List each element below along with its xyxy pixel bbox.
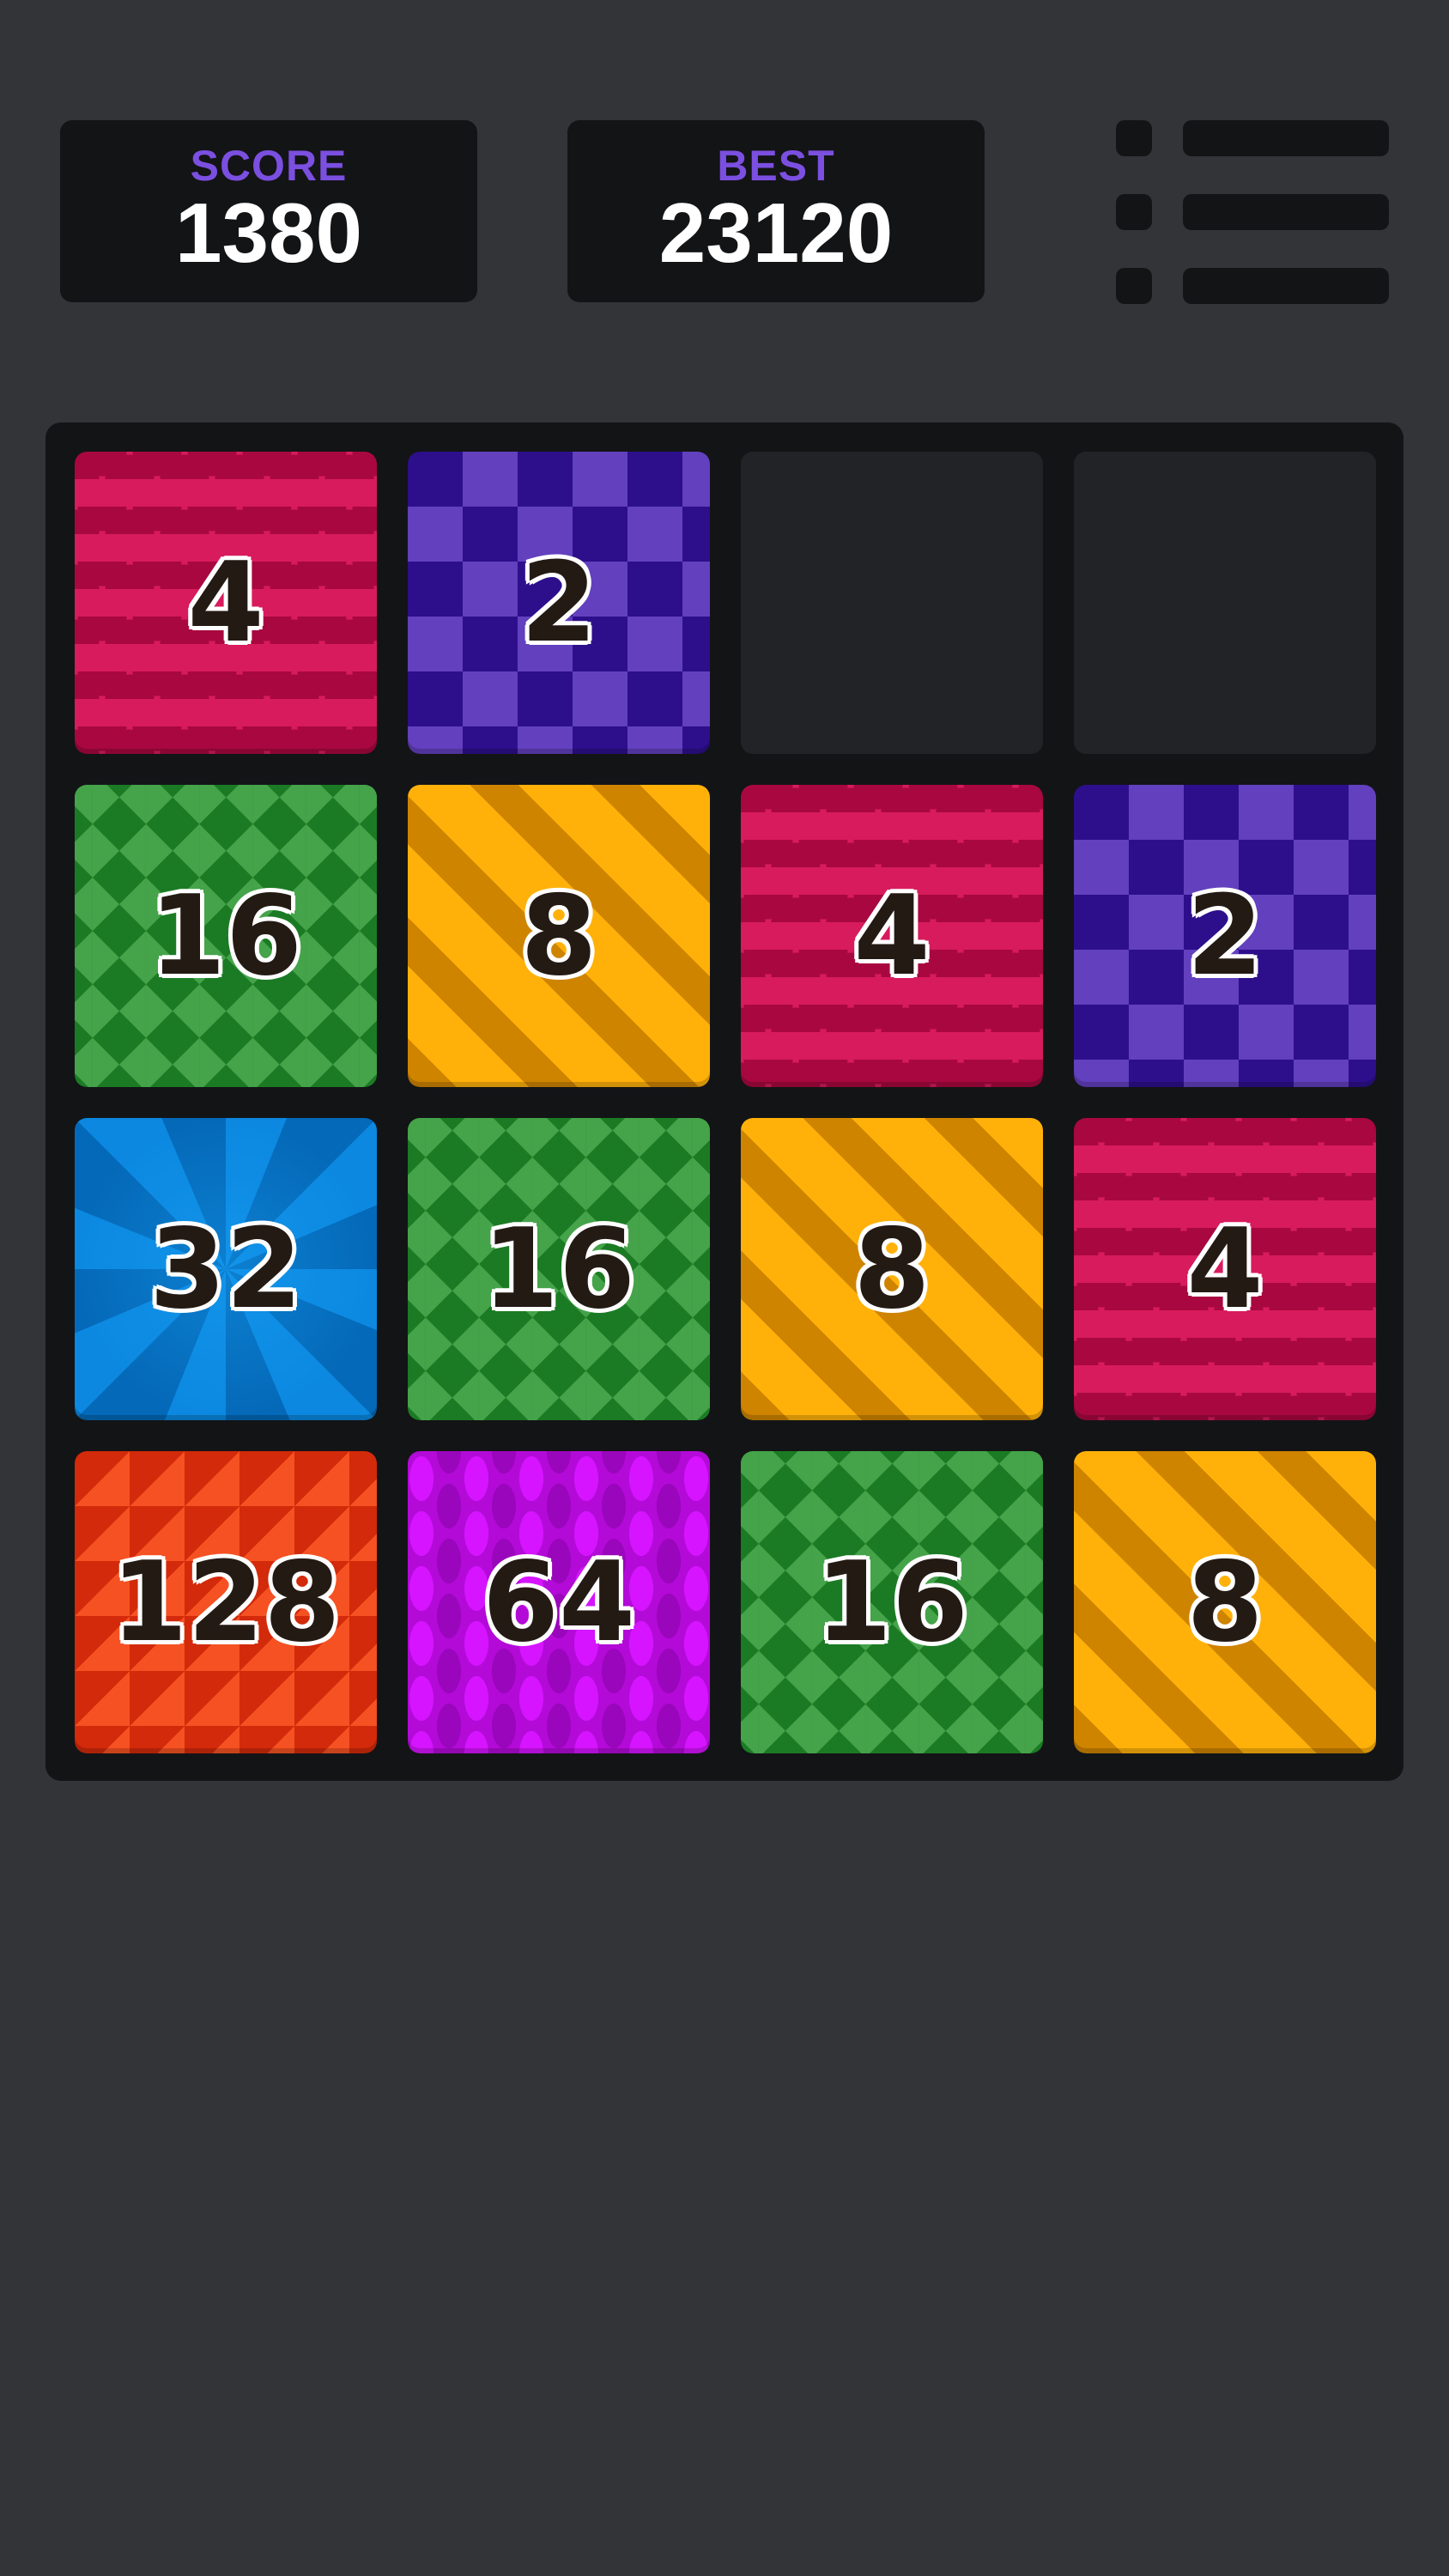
tile-16: 16 — [408, 1118, 710, 1420]
tile-8: 8 — [408, 785, 710, 1087]
tile-32: 32 — [75, 1118, 377, 1420]
board-cell: 8 — [741, 1118, 1043, 1420]
score-box: SCORE 1380 — [60, 120, 477, 302]
tile-2: 2 — [1074, 785, 1376, 1087]
tile-128: 128 — [75, 1451, 377, 1753]
board-cell: 128 — [75, 1451, 377, 1753]
tile-4: 4 — [75, 452, 377, 754]
board-cell: 2 — [408, 452, 710, 754]
menu-button[interactable] — [1114, 120, 1389, 304]
tile-value: 16 — [482, 1205, 636, 1334]
tile-value: 2 — [1186, 872, 1264, 1000]
tile-value: 4 — [187, 538, 264, 667]
tile-2: 2 — [408, 452, 710, 754]
board-cell: 4 — [1074, 1118, 1376, 1420]
tile-4: 4 — [741, 785, 1043, 1087]
score-value: 1380 — [174, 185, 362, 280]
tile-value: 8 — [1186, 1538, 1264, 1667]
best-value: 23120 — [658, 185, 894, 280]
best-score-box: BEST 23120 — [567, 120, 985, 302]
game-board[interactable]: 4 2 16 8 4 2 32 16 8 4 128 64 16 8 — [45, 422, 1404, 1781]
list-icon-bullet — [1116, 268, 1152, 304]
list-icon-bullet — [1116, 194, 1152, 230]
tile-value: 8 — [520, 872, 597, 1000]
board-cell: 16 — [75, 785, 377, 1087]
empty-cell — [1074, 452, 1376, 754]
list-icon-bar — [1183, 120, 1389, 156]
board-cell: 2 — [1074, 785, 1376, 1087]
tile-value: 4 — [853, 872, 931, 1000]
board-cell: 32 — [75, 1118, 377, 1420]
tile-4: 4 — [1074, 1118, 1376, 1420]
board-cell: 4 — [741, 785, 1043, 1087]
score-label: SCORE — [190, 142, 348, 190]
best-label: BEST — [717, 142, 835, 190]
tile-16: 16 — [741, 1451, 1043, 1753]
tile-value: 8 — [853, 1205, 931, 1334]
tile-value: 32 — [149, 1205, 303, 1334]
board-cell: 8 — [408, 785, 710, 1087]
tile-value: 16 — [815, 1538, 969, 1667]
tile-value: 16 — [149, 872, 303, 1000]
board-cell: 8 — [1074, 1451, 1376, 1753]
list-icon-bar — [1183, 194, 1389, 230]
tile-16: 16 — [75, 785, 377, 1087]
board-cell: 16 — [408, 1118, 710, 1420]
tile-64: 64 — [408, 1451, 710, 1753]
board-cell: 16 — [741, 1451, 1043, 1753]
tile-value: 2 — [520, 538, 597, 667]
list-icon-bar — [1183, 268, 1389, 304]
tile-8: 8 — [1074, 1451, 1376, 1753]
tile-value: 128 — [111, 1538, 341, 1667]
tile-value: 4 — [1186, 1205, 1264, 1334]
tile-value: 64 — [482, 1538, 636, 1667]
game-screen: SCORE 1380 BEST 23120 4 2 16 8 4 2 32 16 8 4 128 64… — [0, 0, 1449, 2576]
tile-8: 8 — [741, 1118, 1043, 1420]
board-cell: 4 — [75, 452, 377, 754]
list-icon-bullet — [1116, 120, 1152, 156]
empty-cell — [741, 452, 1043, 754]
board-cell: 64 — [408, 1451, 710, 1753]
